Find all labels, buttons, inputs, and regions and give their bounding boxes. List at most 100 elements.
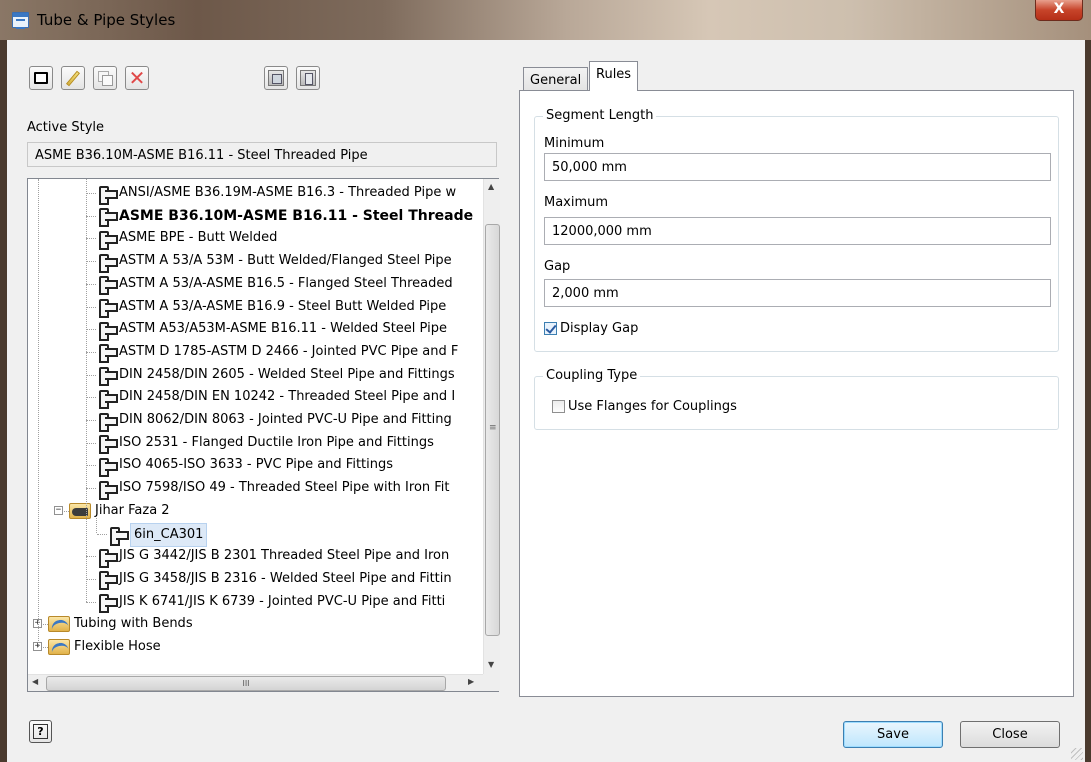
tree-item-label: ISO 4065-ISO 3633 - PVC Pipe and Fitting…: [119, 457, 394, 473]
tree-item[interactable]: ISO 2531 - Flanged Ductile Iron Pipe and…: [96, 432, 434, 455]
tree-vertical-scrollbar[interactable]: ▲ ≡ ▼: [483, 179, 500, 674]
help-icon: ?: [33, 724, 48, 739]
display-gap-label: Display Gap: [560, 321, 639, 336]
pipe-style-icon: [96, 389, 118, 409]
new-style-button[interactable]: [29, 66, 53, 90]
close-button[interactable]: Close: [960, 721, 1060, 748]
scroll-up-icon[interactable]: ▲: [488, 182, 494, 191]
pencil-icon: [66, 70, 80, 86]
scroll-left-icon[interactable]: ◀: [32, 677, 38, 686]
tree-item[interactable]: ASTM A 53/A 53M - Butt Welded/Flanged St…: [96, 250, 452, 273]
tree-connector: [86, 442, 96, 444]
pipe-style-icon: [96, 457, 118, 477]
tubing-folder-icon: [48, 616, 70, 633]
tree-item-label: JIS G 3458/JIS B 2316 - Welded Steel Pip…: [119, 570, 452, 586]
tree-item[interactable]: 6in_CA301: [107, 522, 208, 547]
tree-item[interactable]: ASTM A53/A53M-ASME B16.11 - Welded Steel…: [96, 318, 447, 341]
vertical-scroll-thumb[interactable]: ≡: [485, 224, 500, 636]
pipe-folder-icon: [69, 502, 91, 519]
tree-connector: [86, 283, 96, 285]
tree-item[interactable]: Jihar Faza 2: [69, 500, 170, 522]
tree-item-label: ASTM A53/A53M-ASME B16.11 - Welded Steel…: [119, 321, 447, 337]
tree-connector: [86, 556, 96, 558]
display-gap-check-icon[interactable]: [544, 322, 557, 335]
tab-rules[interactable]: Rules: [589, 61, 639, 91]
window-close-button[interactable]: X: [1035, 0, 1083, 21]
display-gap-checkbox[interactable]: Display Gap: [544, 321, 638, 336]
tree-item[interactable]: JIS G 3458/JIS B 2316 - Welded Steel Pip…: [96, 568, 452, 591]
delete-style-button[interactable]: ✕: [125, 66, 149, 90]
tree-item[interactable]: DIN 8062/DIN 8063 - Jointed PVC-U Pipe a…: [96, 409, 452, 432]
tree-item[interactable]: ANSI/ASME B36.19M-ASME B16.3 - Threaded …: [96, 182, 457, 205]
tree-horizontal-scrollbar[interactable]: ◀ III ▶: [28, 674, 483, 691]
tree-item-label: ASTM A 53/A-ASME B16.9 - Steel Butt Weld…: [119, 298, 447, 314]
tree-connector: [86, 238, 96, 240]
save-button[interactable]: Save: [843, 721, 943, 748]
tree-connector: [86, 374, 96, 376]
tree-connector: [86, 488, 96, 490]
tree-connector: [97, 533, 107, 535]
dialog-body: ✕ Active Style ASME B36.10M-ASME B16.11 …: [7, 40, 1085, 762]
tree-item[interactable]: ASME B36.10M-ASME B16.11 - Steel Threade: [96, 205, 473, 228]
tree-connector: [86, 465, 96, 467]
use-flanges-checkbox[interactable]: Use Flanges for Couplings: [552, 399, 737, 414]
tree-item[interactable]: ISO 7598/ISO 49 - Threaded Steel Pipe wi…: [96, 477, 450, 500]
tree-connector: [86, 397, 96, 399]
tree-item-label: ASTM D 1785-ASTM D 2466 - Jointed PVC Pi…: [119, 343, 459, 359]
tree-item[interactable]: JIS K 6741/JIS K 6739 - Jointed PVC-U Pi…: [96, 591, 446, 614]
gap-field[interactable]: 2,000 mm: [544, 279, 1051, 307]
tree-item[interactable]: DIN 2458/DIN 2605 - Welded Steel Pipe an…: [96, 364, 455, 387]
minimum-field[interactable]: 50,000 mm: [544, 153, 1051, 181]
tree-item-label: JIS K 6741/JIS K 6739 - Jointed PVC-U Pi…: [119, 593, 446, 609]
tree-guide-line: [86, 179, 87, 602]
title-bar: Tube & Pipe Styles X: [0, 0, 1091, 40]
tree-connector: [86, 329, 96, 331]
tree-item[interactable]: ASTM A 53/A-ASME B16.5 - Flanged Steel T…: [96, 273, 453, 296]
coupling-type-legend: Coupling Type: [543, 368, 641, 383]
tree-item[interactable]: DIN 2458/DIN EN 10242 - Threaded Steel P…: [96, 386, 456, 409]
tree-connector: [86, 193, 96, 194]
export-icon: [300, 70, 316, 86]
tree-item[interactable]: ASTM D 1785-ASTM D 2466 - Jointed PVC Pi…: [96, 341, 459, 364]
pipe-style-icon: [96, 548, 118, 568]
tree-item-label: DIN 2458/DIN EN 10242 - Threaded Steel P…: [119, 389, 456, 405]
tree-item[interactable]: ASME BPE - Butt Welded: [96, 227, 278, 250]
maximum-field[interactable]: 12000,000 mm: [544, 217, 1051, 245]
new-document-icon: [34, 72, 48, 84]
pipe-style-icon: [96, 412, 118, 432]
tree-item-label: ANSI/ASME B36.19M-ASME B16.3 - Threaded …: [119, 185, 457, 200]
tree-item-label: Tubing with Bends: [74, 616, 193, 632]
tree-connector: [86, 420, 96, 421]
use-flanges-check-icon[interactable]: [552, 400, 565, 413]
tree-item-label: ISO 7598/ISO 49 - Threaded Steel Pipe wi…: [119, 480, 450, 496]
export-style-button[interactable]: [296, 66, 320, 90]
tree-item[interactable]: Flexible Hose: [48, 636, 161, 658]
tree-item-label: ASME BPE - Butt Welded: [119, 230, 278, 246]
edit-style-button[interactable]: [61, 66, 85, 90]
tree-connector: [86, 215, 96, 217]
collapse-icon[interactable]: −: [54, 505, 63, 515]
scroll-right-icon[interactable]: ▶: [468, 677, 474, 686]
tab-general[interactable]: General: [523, 67, 589, 92]
import-style-button[interactable]: [264, 66, 288, 90]
horizontal-scroll-thumb[interactable]: III: [46, 676, 446, 691]
pipe-style-icon: [107, 526, 129, 546]
scroll-down-icon[interactable]: ▼: [488, 660, 494, 669]
tree-connector: [86, 351, 96, 353]
tree-item-label: DIN 2458/DIN 2605 - Welded Steel Pipe an…: [119, 366, 455, 382]
tree-item[interactable]: JIS G 3442/JIS B 2301 Threaded Steel Pip…: [96, 545, 449, 568]
resize-grip[interactable]: [1071, 748, 1083, 760]
tree-item[interactable]: ASTM A 53/A-ASME B16.9 - Steel Butt Weld…: [96, 296, 446, 318]
hose-folder-icon: [48, 639, 70, 655]
tree-item-label: Flexible Hose: [74, 639, 161, 654]
style-tree[interactable]: ANSI/ASME B36.19M-ASME B16.3 - Threaded …: [27, 178, 500, 692]
tree-connector: [86, 306, 96, 308]
rules-panel: Segment Length Minimum 50,000 mm Maximum…: [519, 90, 1074, 697]
help-button[interactable]: ?: [29, 720, 52, 743]
import-icon: [268, 70, 284, 86]
tree-item[interactable]: ISO 4065-ISO 3633 - PVC Pipe and Fitting…: [96, 454, 394, 477]
tree-item[interactable]: Tubing with Bends: [48, 613, 193, 635]
minimum-label: Minimum: [544, 136, 605, 151]
tree-item-label: Jihar Faza 2: [95, 502, 170, 518]
copy-style-button[interactable]: [93, 66, 117, 90]
